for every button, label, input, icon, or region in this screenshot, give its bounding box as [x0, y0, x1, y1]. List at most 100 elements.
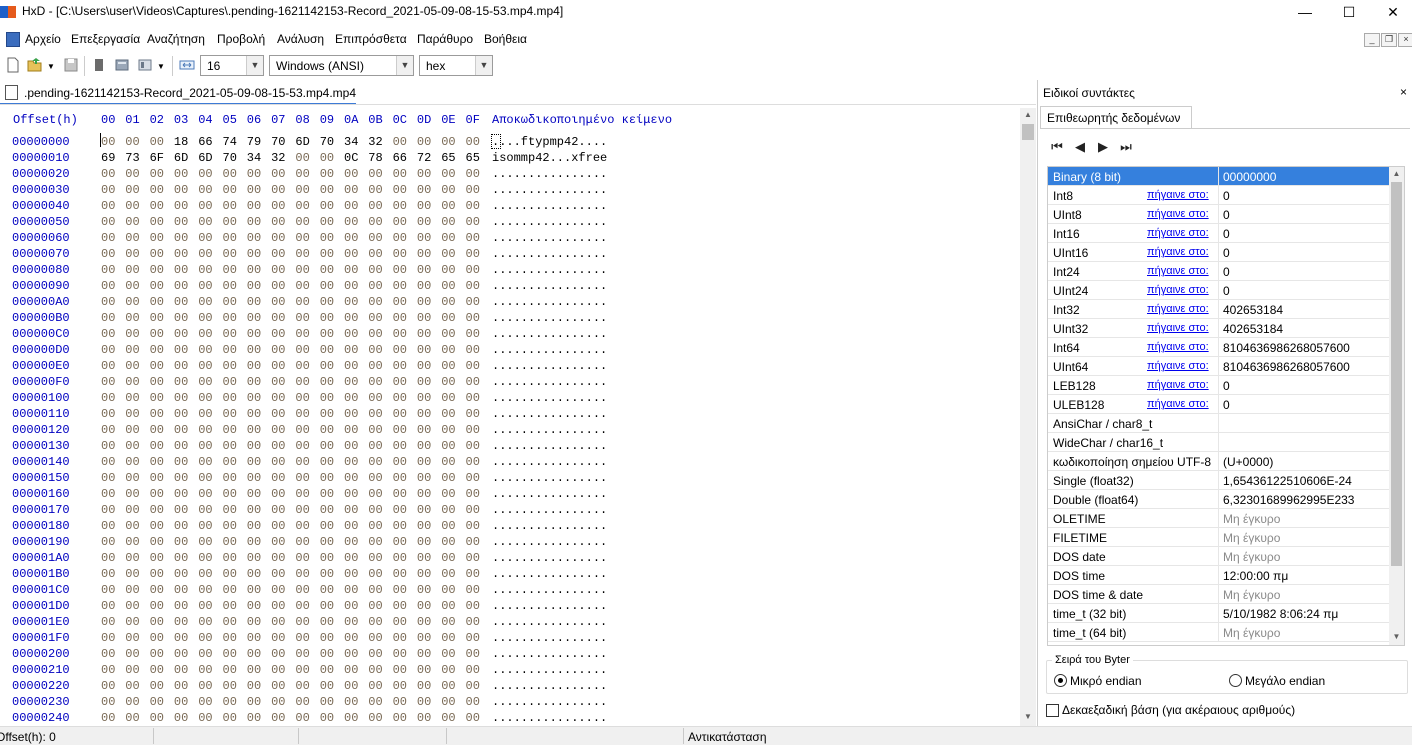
goto-link[interactable]: πήγαινε στο: — [1147, 398, 1209, 410]
hex-byte[interactable]: 00 — [441, 423, 455, 437]
hex-byte[interactable]: 00 — [174, 327, 188, 341]
goto-link[interactable]: πήγαινε στο: — [1147, 284, 1209, 296]
hex-byte[interactable]: 00 — [368, 599, 382, 613]
hex-row[interactable]: 00000010 69 73 6F 6D 6D 70 34 32 00 00 0C 78 66 72 65 65… — [0, 151, 1020, 167]
hex-byte[interactable]: 00 — [417, 631, 431, 645]
hex-byte[interactable]: 00 — [247, 679, 261, 693]
hex-byte[interactable]: 00 — [344, 551, 358, 565]
hex-byte[interactable]: 00 — [320, 295, 334, 309]
hex-byte[interactable]: 00 — [295, 455, 309, 469]
hex-byte[interactable]: 00 — [271, 391, 285, 405]
hex-byte[interactable]: 00 — [101, 391, 115, 405]
hex-byte[interactable]: 00 — [223, 519, 237, 533]
hex-row[interactable]: 00000050 00 00 00 00 00 00 00 00 00 00 00 00 00 00 00 00… — [0, 215, 1020, 231]
hex-byte[interactable]: 00 — [125, 503, 139, 517]
hex-byte[interactable]: 00 — [125, 487, 139, 501]
hex-byte[interactable]: 00 — [271, 455, 285, 469]
hex-byte[interactable]: 00 — [101, 519, 115, 533]
hex-byte[interactable]: 00 — [150, 631, 164, 645]
hex-byte[interactable]: 00 — [393, 583, 407, 597]
goto-link[interactable]: πήγαινε στο: — [1147, 360, 1209, 372]
hex-byte[interactable]: 70 — [271, 135, 285, 149]
hex-byte[interactable]: 00 — [344, 439, 358, 453]
hex-byte[interactable]: 00 — [125, 295, 139, 309]
hex-byte[interactable]: 00 — [247, 375, 261, 389]
hex-byte[interactable]: 00 — [417, 615, 431, 629]
hex-byte[interactable]: 00 — [223, 215, 237, 229]
hex-byte[interactable]: 00 — [101, 647, 115, 661]
hex-byte[interactable]: 00 — [368, 391, 382, 405]
decoded-text[interactable]: ................ — [492, 567, 607, 581]
inspector-value[interactable]: 8104636986268057600 — [1223, 360, 1350, 374]
hex-byte[interactable]: 00 — [125, 583, 139, 597]
hex-row[interactable]: 00000220 00 00 00 00 00 00 00 00 00 00 00 00 00 00 00 00… — [0, 679, 1020, 695]
hex-byte[interactable]: 00 — [150, 695, 164, 709]
hex-byte[interactable]: 00 — [320, 247, 334, 261]
hex-byte[interactable]: 00 — [295, 423, 309, 437]
hex-byte[interactable]: 00 — [441, 647, 455, 661]
inspector-row[interactable]: Double (float64) 6,32301689962995E233 — [1048, 490, 1390, 509]
hex-row[interactable]: 00000240 00 00 00 00 00 00 00 00 00 00 00 00 00 00 00 00… — [0, 711, 1020, 726]
hex-byte[interactable]: 00 — [247, 215, 261, 229]
hex-byte[interactable]: 00 — [125, 439, 139, 453]
hex-byte[interactable]: 00 — [198, 311, 212, 325]
hex-byte[interactable]: 00 — [174, 615, 188, 629]
hex-byte[interactable]: 00 — [344, 471, 358, 485]
inspector-row[interactable]: UInt64 πήγαινε στο: 8104636986268057600 — [1048, 357, 1390, 376]
hex-byte[interactable]: 00 — [295, 183, 309, 197]
hex-byte[interactable]: 00 — [295, 247, 309, 261]
hex-byte[interactable]: 00 — [320, 439, 334, 453]
hex-row[interactable]: 00000140 00 00 00 00 00 00 00 00 00 00 00 00 00 00 00 00… — [0, 455, 1020, 471]
hex-byte[interactable]: 00 — [368, 711, 382, 725]
hex-byte[interactable]: 00 — [174, 231, 188, 245]
mdi-close-button[interactable]: × — [1398, 33, 1412, 47]
bytes-per-row-select[interactable]: 16 ▼ — [200, 55, 264, 76]
hex-byte[interactable]: 00 — [295, 295, 309, 309]
hex-byte[interactable]: 00 — [198, 183, 212, 197]
hex-byte[interactable]: 00 — [223, 695, 237, 709]
hex-byte[interactable]: 00 — [344, 311, 358, 325]
hex-byte[interactable]: 00 — [344, 263, 358, 277]
hex-byte[interactable]: 00 — [344, 183, 358, 197]
hex-byte[interactable]: 00 — [247, 279, 261, 293]
hex-byte[interactable]: 00 — [125, 375, 139, 389]
hex-byte[interactable]: 00 — [368, 247, 382, 261]
hex-byte[interactable]: 00 — [101, 359, 115, 373]
hex-byte[interactable]: 00 — [320, 679, 334, 693]
hex-byte[interactable]: 00 — [198, 551, 212, 565]
little-endian-label[interactable]: Μικρό endian — [1070, 674, 1142, 688]
hex-byte[interactable]: 00 — [320, 183, 334, 197]
hex-byte[interactable]: 00 — [271, 599, 285, 613]
inspector-value[interactable]: 0 — [1223, 246, 1230, 260]
hex-byte[interactable]: 00 — [466, 503, 480, 517]
hex-byte[interactable]: 00 — [174, 343, 188, 357]
hex-byte[interactable]: 00 — [393, 567, 407, 581]
hex-byte[interactable]: 00 — [174, 455, 188, 469]
hex-byte[interactable]: 00 — [393, 503, 407, 517]
hex-byte[interactable]: 00 — [344, 567, 358, 581]
decoded-text[interactable]: ................ — [492, 599, 607, 613]
hex-byte[interactable]: 00 — [344, 375, 358, 389]
hex-byte[interactable]: 00 — [101, 375, 115, 389]
hex-byte[interactable]: 00 — [320, 423, 334, 437]
hex-row[interactable]: 000001A0 00 00 00 00 00 00 00 00 00 00 00 00 00 00 00 00… — [0, 551, 1020, 567]
hex-byte[interactable]: 00 — [320, 151, 334, 165]
hex-row[interactable]: 00000070 00 00 00 00 00 00 00 00 00 00 00 00 00 00 00 00… — [0, 247, 1020, 263]
hex-byte[interactable]: 00 — [150, 679, 164, 693]
hex-row[interactable]: 00000160 00 00 00 00 00 00 00 00 00 00 00 00 00 00 00 00… — [0, 487, 1020, 503]
hex-byte[interactable]: 00 — [101, 439, 115, 453]
scroll-up-icon[interactable]: ▲ — [1020, 108, 1036, 122]
open-dropdown-icon[interactable]: ▼ — [47, 62, 55, 71]
hex-byte[interactable]: 00 — [344, 503, 358, 517]
hex-byte[interactable]: 32 — [271, 151, 285, 165]
hex-byte[interactable]: 00 — [368, 167, 382, 181]
hex-byte[interactable]: 00 — [198, 231, 212, 245]
first-icon[interactable]: ⏮ — [1049, 139, 1065, 155]
hex-byte[interactable]: 00 — [247, 311, 261, 325]
scroll-up-icon[interactable]: ▲ — [1389, 167, 1404, 181]
decoded-text[interactable]: ................ — [492, 167, 607, 181]
hex-byte[interactable]: 6D — [174, 151, 188, 165]
hex-byte[interactable]: 00 — [150, 647, 164, 661]
inspector-row[interactable]: Int8 πήγαινε στο: 0 — [1048, 186, 1390, 205]
hex-byte[interactable]: 00 — [295, 535, 309, 549]
